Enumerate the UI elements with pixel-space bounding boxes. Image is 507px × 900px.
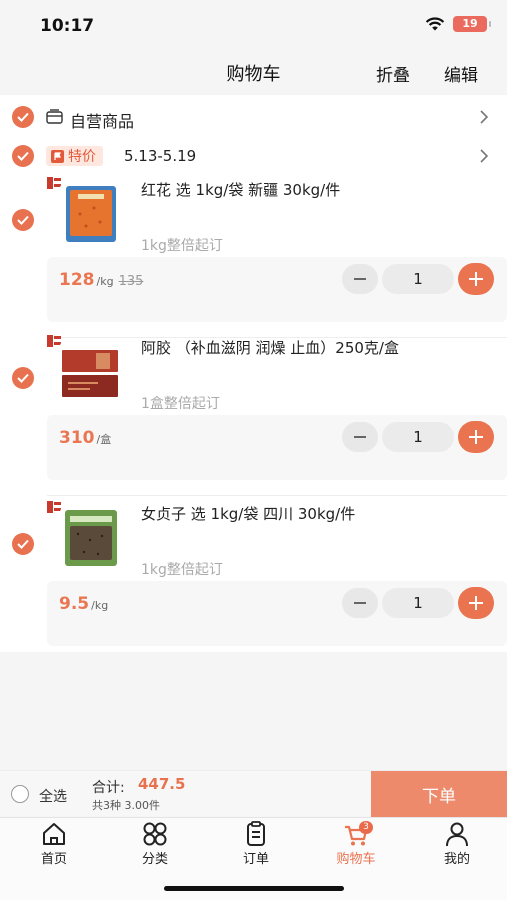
select-all-checkbox[interactable] xyxy=(11,785,29,803)
price-value: 9.5 xyxy=(59,594,90,614)
flag-icon xyxy=(51,149,64,163)
home-indicator xyxy=(164,886,344,891)
product-image[interactable] xyxy=(60,184,120,244)
chevron-right-icon[interactable] xyxy=(479,149,489,163)
promo-label: 特价 xyxy=(68,149,96,165)
status-bar: 10:17 19 xyxy=(0,0,507,50)
cart-item: 阿胶 （补血滋阴 润燥 止血）250克/盒 1盒整倍起订 310 /盒 xyxy=(0,335,507,500)
tab-orders[interactable]: 订单 xyxy=(206,821,306,869)
wifi-icon xyxy=(425,17,445,31)
product-image[interactable] xyxy=(60,508,120,568)
plus-button[interactable] xyxy=(458,587,494,619)
price-panel: 310 /盒 xyxy=(47,415,507,480)
price: 128 /kg 135 xyxy=(59,270,143,290)
order-icon xyxy=(247,821,265,846)
cart-item: 女贞子 选 1kg/袋 四川 30kg/件 1kg整倍起订 9.5 /kg xyxy=(0,501,507,666)
page-title: 购物车 xyxy=(226,64,281,85)
plus-button[interactable] xyxy=(458,421,494,453)
tab-category[interactable]: 分类 xyxy=(105,821,205,869)
product-name[interactable]: 红花 选 1kg/袋 新疆 30kg/件 xyxy=(141,179,491,200)
promo-tag: 特价 xyxy=(46,146,103,166)
category-icon xyxy=(143,822,167,846)
price-value: 310 xyxy=(59,428,95,448)
brand-mark-icon xyxy=(47,177,61,189)
tab-cart[interactable]: 3 购物车 xyxy=(306,821,406,869)
total-summary: 共3种 3.00件 xyxy=(92,799,160,812)
battery-icon: 19 xyxy=(453,16,491,32)
promo-date-range: 5.13-5.19 xyxy=(124,147,197,165)
item-checkbox[interactable] xyxy=(12,533,34,555)
quantity-stepper xyxy=(342,421,495,453)
product-image[interactable] xyxy=(60,342,120,402)
tab-label: 分类 xyxy=(141,852,168,867)
home-icon xyxy=(43,823,65,845)
tab-bar: 首页 分类 订单 3 购物车 我的 xyxy=(0,817,507,900)
promo-group-row[interactable]: 特价 5.13-5.19 xyxy=(0,138,507,174)
price-unit: /盒 xyxy=(96,433,112,446)
place-order-button[interactable]: 下单 xyxy=(371,771,507,817)
quantity-stepper xyxy=(342,587,495,619)
brand-mark-icon xyxy=(47,335,61,347)
tab-label: 首页 xyxy=(40,852,67,867)
cart-item: 红花 选 1kg/袋 新疆 30kg/件 1kg整倍起订 128 /kg 135 xyxy=(0,177,507,342)
checkout-bar: 全选 合计: 447.5 共3种 3.00件 下单 xyxy=(0,770,507,817)
nav-bar: 购物车 折叠 编辑 xyxy=(0,50,507,92)
edit-button[interactable]: 编辑 xyxy=(444,61,478,86)
tab-label: 购物车 xyxy=(336,852,376,867)
store-group-row[interactable]: 自营商品 xyxy=(0,99,507,135)
chevron-right-icon[interactable] xyxy=(479,110,489,124)
brand-mark-icon xyxy=(47,501,61,513)
status-icons: 19 xyxy=(425,16,491,32)
minus-button[interactable] xyxy=(342,588,378,618)
min-order-note: 1kg整倍起订 xyxy=(141,562,223,578)
total-value: 447.5 xyxy=(138,775,186,793)
tab-label: 我的 xyxy=(443,852,470,867)
quantity-field[interactable] xyxy=(382,422,454,452)
quantity-stepper xyxy=(342,263,495,295)
quantity-field[interactable] xyxy=(382,264,454,294)
promo-group-checkbox[interactable] xyxy=(12,145,34,167)
status-time: 10:17 xyxy=(40,16,95,36)
cart-badge: 3 xyxy=(359,821,373,834)
plus-button[interactable] xyxy=(458,263,494,295)
product-name[interactable]: 女贞子 选 1kg/袋 四川 30kg/件 xyxy=(141,503,491,524)
minus-button[interactable] xyxy=(342,264,378,294)
select-all-label[interactable]: 全选 xyxy=(39,786,67,806)
fold-button[interactable]: 折叠 xyxy=(376,61,410,86)
store-group-name: 自营商品 xyxy=(70,112,135,131)
price-unit: /kg xyxy=(91,599,109,612)
total-label: 合计: xyxy=(92,780,125,796)
price-unit: /kg xyxy=(96,275,114,288)
original-price: 135 xyxy=(118,274,144,289)
price-value: 128 xyxy=(59,270,95,290)
store-group-checkbox[interactable] xyxy=(12,106,34,128)
min-order-note: 1kg整倍起订 xyxy=(141,238,223,254)
product-name[interactable]: 阿胶 （补血滋阴 润燥 止血）250克/盒 xyxy=(141,337,491,358)
price-panel: 9.5 /kg xyxy=(47,581,507,646)
divider xyxy=(47,495,507,496)
profile-icon xyxy=(446,822,468,847)
minus-button[interactable] xyxy=(342,422,378,452)
item-checkbox[interactable] xyxy=(12,367,34,389)
price-panel: 128 /kg 135 xyxy=(47,257,507,322)
price: 9.5 /kg xyxy=(59,594,108,614)
store-icon xyxy=(46,109,63,124)
cart-list: 自营商品 特价 5.13-5.19 红花 选 1kg/袋 新疆 30kg/件 1… xyxy=(0,95,507,652)
item-checkbox[interactable] xyxy=(12,209,34,231)
tab-home[interactable]: 首页 xyxy=(4,821,104,869)
min-order-note: 1盒整倍起订 xyxy=(141,396,220,412)
tab-profile[interactable]: 我的 xyxy=(407,821,507,869)
quantity-field[interactable] xyxy=(382,588,454,618)
tab-label: 订单 xyxy=(242,852,269,867)
price: 310 /盒 xyxy=(59,428,111,448)
